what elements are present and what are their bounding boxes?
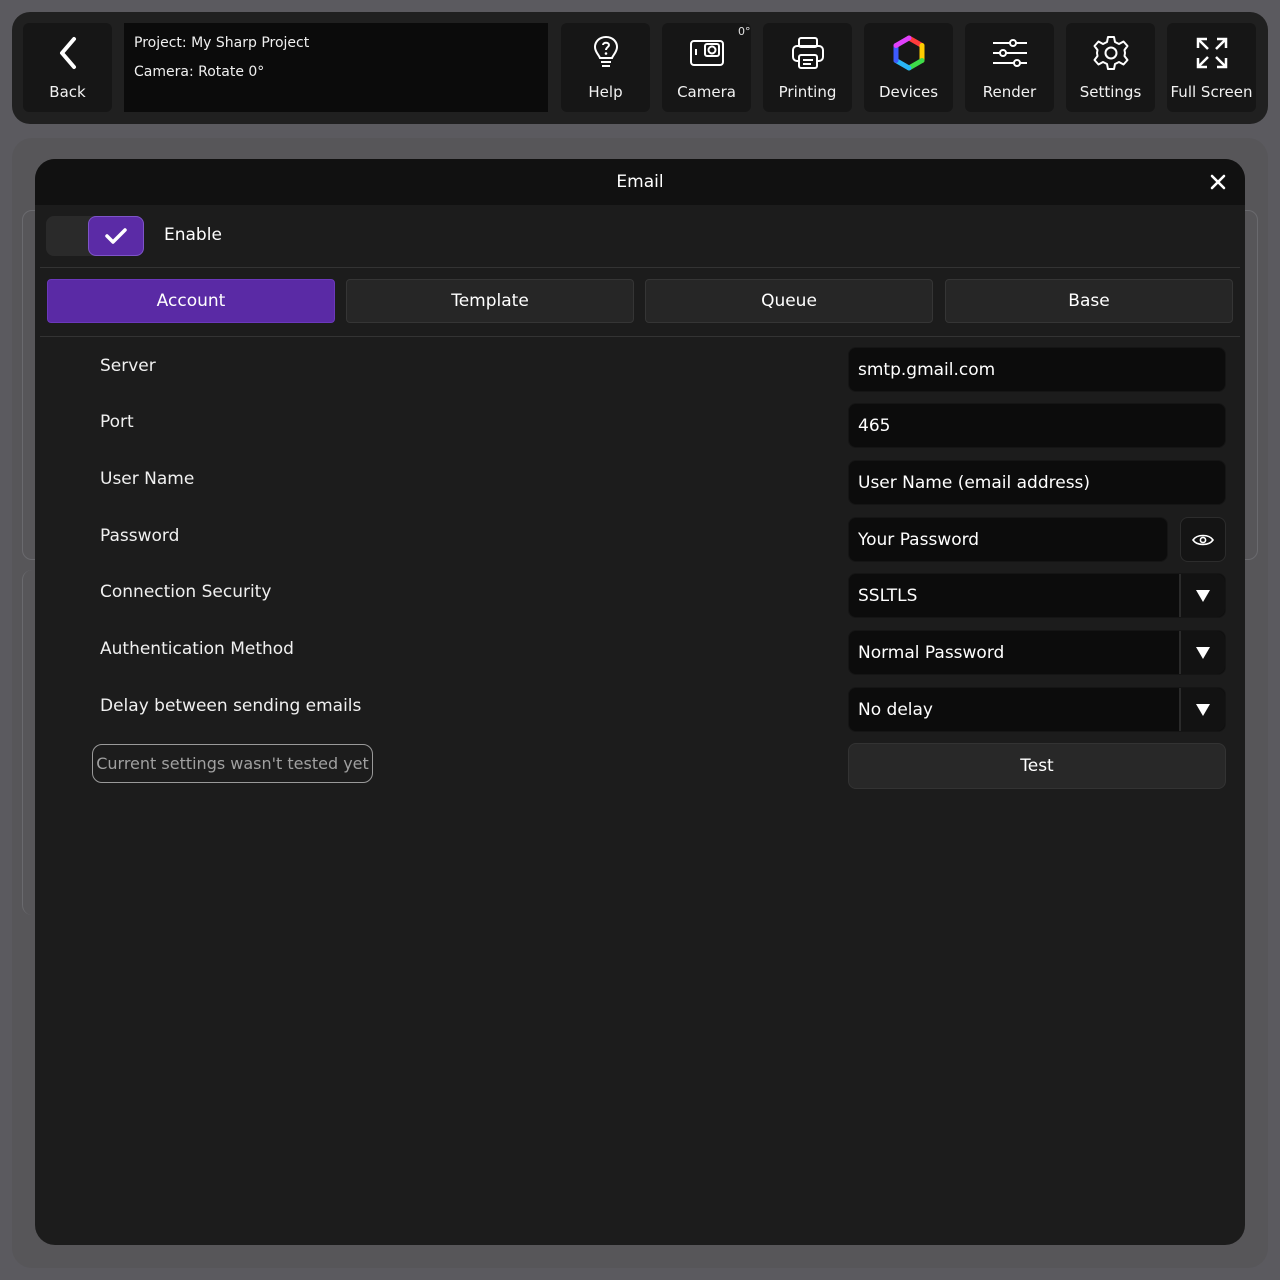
server-value: smtp.gmail.com [858, 359, 996, 380]
dropdown-arrow[interactable] [1179, 631, 1225, 674]
delay-select[interactable]: No delay [848, 687, 1226, 732]
triangle-down-icon [1196, 589, 1210, 602]
divider [40, 267, 1240, 268]
security-select[interactable]: SSLTLS [848, 573, 1226, 618]
tab-queue[interactable]: Queue [645, 279, 933, 323]
divider [40, 336, 1240, 337]
fullscreen-icon [1167, 33, 1256, 73]
username-label: User Name [100, 469, 195, 489]
devices-button[interactable]: Devices [864, 23, 953, 112]
password-label: Password [100, 526, 180, 546]
checkmark-icon [105, 228, 127, 244]
camera-label: Camera [677, 83, 736, 101]
printer-icon [763, 33, 852, 73]
tab-account[interactable]: Account [47, 279, 335, 323]
toggle-knob [88, 216, 144, 256]
close-button[interactable] [1205, 169, 1231, 195]
settings-button[interactable]: Settings [1066, 23, 1155, 112]
port-input[interactable]: 465 [848, 403, 1226, 448]
back-button[interactable]: Back [23, 23, 112, 112]
project-name: Project: My Sharp Project [134, 35, 310, 51]
security-value: SSLTLS [858, 585, 918, 606]
triangle-down-icon [1196, 703, 1210, 716]
password-input[interactable]: Your Password [848, 517, 1168, 562]
fullscreen-label: Full Screen [1170, 83, 1253, 101]
auth-select[interactable]: Normal Password [848, 630, 1226, 675]
tab-template-label: Template [451, 291, 529, 311]
triangle-down-icon [1196, 646, 1210, 659]
back-label: Back [49, 83, 86, 101]
delay-value: No delay [858, 699, 933, 720]
tab-base[interactable]: Base [945, 279, 1233, 323]
chevron-left-icon [23, 33, 112, 73]
test-button[interactable]: Test [848, 743, 1226, 789]
gear-icon [1066, 33, 1155, 73]
render-button[interactable]: Render [965, 23, 1054, 112]
security-label: Connection Security [100, 582, 272, 602]
help-button[interactable]: Help [561, 23, 650, 112]
printing-button[interactable]: Printing [763, 23, 852, 112]
printing-label: Printing [778, 83, 837, 101]
tab-account-label: Account [156, 291, 226, 311]
username-placeholder: User Name (email address) [858, 472, 1091, 493]
password-placeholder: Your Password [858, 529, 980, 550]
test-button-label: Test [1020, 756, 1054, 776]
eye-icon [1192, 534, 1214, 545]
auth-label: Authentication Method [100, 639, 294, 659]
port-label: Port [100, 412, 134, 432]
dialog-header: Email [35, 159, 1245, 205]
port-value: 465 [858, 415, 891, 436]
enable-label: Enable [164, 225, 222, 245]
test-status-badge: Current settings wasn't tested yet [92, 744, 373, 783]
dialog-title: Email [616, 172, 664, 192]
render-label: Render [982, 83, 1037, 101]
devices-rainbow-hexagon-icon [864, 33, 953, 73]
delay-label: Delay between sending emails [100, 696, 362, 716]
test-status-text: Current settings wasn't tested yet [96, 754, 369, 773]
show-password-button[interactable] [1180, 517, 1226, 562]
username-input[interactable]: User Name (email address) [848, 460, 1226, 505]
server-input[interactable]: smtp.gmail.com [848, 347, 1226, 392]
camera-icon [662, 33, 751, 73]
help-bulb-icon [561, 33, 650, 73]
camera-angle-indicator: 0° [738, 25, 751, 38]
sliders-icon [965, 33, 1054, 73]
enable-toggle[interactable] [46, 216, 144, 256]
dropdown-arrow[interactable] [1179, 574, 1225, 617]
settings-label: Settings [1079, 83, 1142, 101]
fullscreen-button[interactable]: Full Screen [1167, 23, 1256, 112]
email-dialog: Email Enable Account Template Queue Base… [35, 159, 1245, 1245]
camera-rotation: Camera: Rotate 0° [134, 64, 265, 80]
server-label: Server [100, 356, 156, 376]
tab-base-label: Base [1068, 291, 1110, 311]
dropdown-arrow[interactable] [1179, 688, 1225, 731]
help-label: Help [588, 83, 623, 101]
tab-template[interactable]: Template [346, 279, 634, 323]
project-info-panel: Project: My Sharp Project Camera: Rotate… [124, 23, 548, 112]
devices-label: Devices [878, 83, 939, 101]
top-toolbar: Back Project: My Sharp Project Camera: R… [12, 12, 1268, 124]
close-icon [1210, 174, 1226, 190]
auth-value: Normal Password [858, 642, 1005, 663]
tab-queue-label: Queue [761, 291, 817, 311]
